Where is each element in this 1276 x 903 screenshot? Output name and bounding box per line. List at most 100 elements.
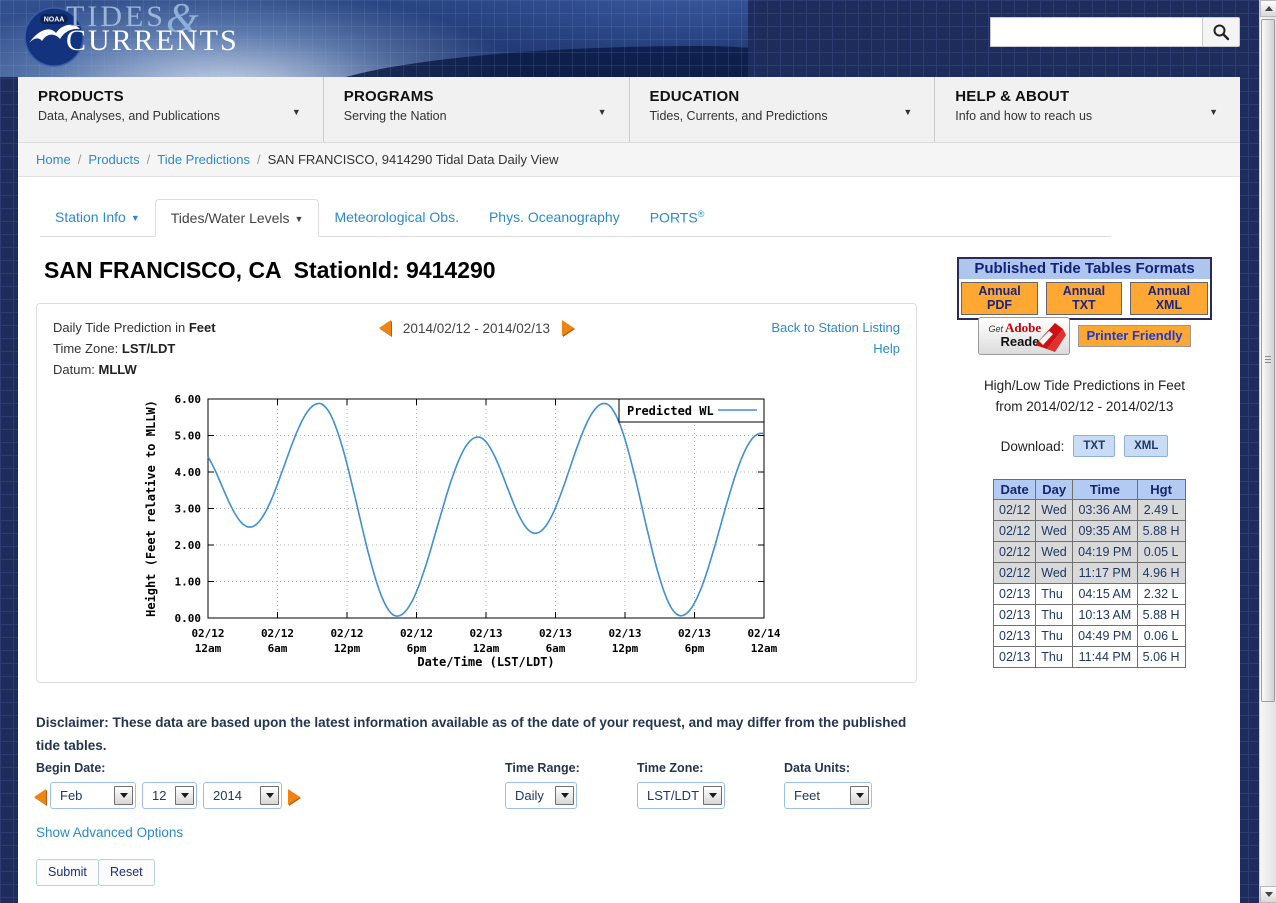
site-logo[interactable]: TIDES& CURRENTS [66, 2, 239, 56]
data-units-select[interactable]: Feet [784, 782, 872, 809]
nav-item-help-about[interactable]: HELP & ABOUTInfo and how to reach us▼ [935, 77, 1240, 142]
svg-text:02/12: 02/12 [261, 627, 294, 640]
nav-item-programs[interactable]: PROGRAMSServing the Nation▼ [324, 77, 630, 142]
table-row: 02/13Thu10:13 AM5.88 H [994, 605, 1186, 626]
time-zone-select[interactable]: LST/LDT [637, 782, 725, 809]
scroll-down-icon [1265, 892, 1273, 897]
annual-xml-button[interactable]: Annual XML [1130, 282, 1208, 315]
tab-station-info[interactable]: Station Info▼ [40, 199, 155, 237]
show-advanced-options-link[interactable]: Show Advanced Options [36, 825, 183, 840]
tide-table-body: 02/12Wed03:36 AM2.49 L02/12Wed09:35 AM5.… [994, 500, 1186, 668]
svg-text:02/12: 02/12 [191, 627, 224, 640]
breadcrumb-separator: / [257, 152, 261, 167]
svg-text:3.00: 3.00 [175, 503, 202, 516]
datum-line: Datum: MLLW [53, 359, 216, 380]
breadcrumb-separator: / [147, 152, 151, 167]
svg-text:12pm: 12pm [612, 642, 639, 655]
search-input[interactable] [990, 17, 1202, 47]
next-date-arrow[interactable] [562, 320, 574, 336]
breadcrumb-separator: / [78, 152, 82, 167]
time-zone-line: Time Zone: LST/LDT [53, 338, 216, 359]
main-content: Station Info▼Tides/Water Levels▼Meteorol… [18, 177, 1240, 903]
dropdown-arrow-icon[interactable] [175, 786, 194, 805]
published-format-buttons: Annual PDFAnnual TXTAnnual XML [959, 279, 1210, 318]
panel-links: Back to Station Listing Help [771, 317, 900, 359]
published-tide-tables-box: Published Tide Tables Formats Annual PDF… [957, 257, 1212, 320]
breadcrumb-link-tide-predictions[interactable]: Tide Predictions [157, 152, 250, 167]
tab-ports[interactable]: PORTS® [635, 199, 720, 237]
svg-text:6.00: 6.00 [175, 393, 202, 406]
nav-item-education[interactable]: EDUCATIONTides, Currents, and Prediction… [630, 77, 936, 142]
nav-item-products[interactable]: PRODUCTSData, Analyses, and Publications… [18, 77, 324, 142]
page-title: SAN FRANCISCO, CA StationId: 9414290 [44, 257, 496, 284]
get-adobe-reader-badge[interactable]: GetAdobe Reader [978, 317, 1070, 355]
scroll-down-button[interactable] [1260, 886, 1276, 903]
svg-text:1.00: 1.00 [175, 576, 202, 589]
main-nav: PRODUCTSData, Analyses, and Publications… [18, 77, 1240, 143]
chevron-down-icon: ▼ [598, 107, 607, 117]
dropdown-arrow-icon[interactable] [850, 786, 869, 805]
tab-tides-water-levels[interactable]: Tides/Water Levels▼ [155, 199, 320, 237]
annual-pdf-button[interactable]: Annual PDF [961, 282, 1038, 315]
station-tabs: Station Info▼Tides/Water Levels▼Meteorol… [40, 199, 1111, 237]
download-row: Download: TXT XML [957, 435, 1212, 457]
search-button[interactable] [1202, 17, 1240, 47]
svg-text:12am: 12am [195, 642, 222, 655]
time-zone-label: Time Zone: [637, 761, 703, 775]
begin-month-select[interactable]: Feb [50, 782, 136, 809]
published-tide-tables-title[interactable]: Published Tide Tables Formats [959, 259, 1210, 279]
svg-text:12am: 12am [473, 642, 500, 655]
chevron-down-icon: ▼ [295, 214, 304, 224]
chevron-down-icon: ▼ [131, 213, 140, 223]
table-row: 02/12Wed09:35 AM5.88 H [994, 521, 1186, 542]
scroll-up-icon [1265, 6, 1273, 11]
begin-year-select[interactable]: 2014 [203, 782, 282, 809]
svg-text:02/12: 02/12 [330, 627, 363, 640]
svg-text:4.00: 4.00 [175, 466, 202, 479]
data-units-label: Data Units: [784, 761, 850, 775]
dropdown-arrow-icon[interactable] [555, 786, 574, 805]
next-day-arrow[interactable] [288, 789, 300, 805]
table-row: 02/12Wed11:17 PM4.96 H [994, 563, 1186, 584]
svg-text:0.00: 0.00 [175, 612, 202, 625]
breadcrumb-link-home[interactable]: Home [36, 152, 71, 167]
dropdown-arrow-icon[interactable] [260, 786, 279, 805]
reset-button[interactable]: Reset [98, 859, 155, 886]
table-row: 02/13Thu04:15 AM2.32 L [994, 584, 1186, 605]
table-row: 02/13Thu11:44 PM5.06 H [994, 647, 1186, 668]
col-hgt: Hgt [1137, 480, 1185, 500]
scrollbar-thumb[interactable] [1261, 19, 1275, 702]
svg-text:02/12: 02/12 [400, 627, 433, 640]
download-label: Download: [1001, 439, 1065, 454]
previous-day-arrow[interactable] [34, 789, 46, 805]
previous-date-arrow[interactable] [379, 320, 391, 336]
noaa-logo-text: NOAA [44, 17, 65, 24]
brand-currents: CURRENTS [66, 26, 239, 56]
annual-txt-button[interactable]: Annual TXT [1046, 282, 1122, 315]
tab-phys-oceanography[interactable]: Phys. Oceanography [474, 199, 635, 237]
highlow-line1: High/Low Tide Predictions in Feet [957, 375, 1212, 396]
dropdown-arrow-icon[interactable] [114, 786, 133, 805]
scroll-up-button[interactable] [1260, 0, 1276, 17]
svg-text:12am: 12am [751, 642, 778, 655]
svg-text:5.00: 5.00 [175, 430, 202, 443]
page-scrollbar[interactable] [1259, 0, 1276, 903]
help-link[interactable]: Help [771, 338, 900, 359]
table-row: 02/12Wed03:36 AM2.49 L [994, 500, 1186, 521]
download-txt-button[interactable]: TXT [1073, 435, 1115, 457]
tide-chart-figure: 0.001.002.003.004.005.006.0002/1212am02/… [141, 390, 791, 680]
begin-day-select[interactable]: 12 [142, 782, 197, 809]
download-xml-button[interactable]: XML [1124, 435, 1168, 457]
printer-friendly-button[interactable]: Printer Friendly [1078, 325, 1190, 347]
dropdown-arrow-icon[interactable] [703, 786, 722, 805]
submit-button[interactable]: Submit [36, 859, 99, 886]
tab-meteorological-obs[interactable]: Meteorological Obs. [319, 199, 474, 237]
svg-text:Date/Time (LST/LDT): Date/Time (LST/LDT) [417, 655, 554, 669]
back-to-station-listing-link[interactable]: Back to Station Listing [771, 317, 900, 338]
breadcrumb-link-products[interactable]: Products [88, 152, 139, 167]
site-search [990, 17, 1240, 47]
tide-chart: 0.001.002.003.004.005.006.0002/1212am02/… [141, 390, 791, 680]
time-range-select[interactable]: Daily [505, 782, 577, 809]
begin-date-label: Begin Date: [36, 761, 105, 775]
tide-table-header-row: DateDayTimeHgt [994, 480, 1186, 500]
